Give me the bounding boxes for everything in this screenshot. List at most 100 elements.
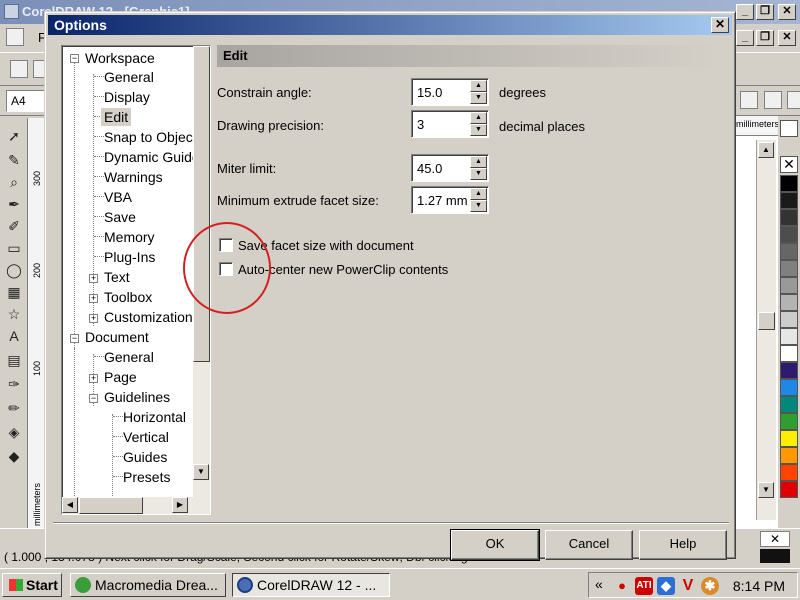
tree-item-general[interactable]: General (104, 68, 154, 86)
page-layout-icon[interactable] (787, 91, 800, 109)
extrude-facet-value[interactable]: 1.27 mm (417, 193, 469, 208)
scroll-up-icon[interactable]: ▲ (758, 142, 774, 158)
tree-scroll-right-icon[interactable]: ▶ (172, 497, 188, 513)
help-button[interactable]: Help (639, 530, 727, 560)
tree-scroll-left-icon[interactable]: ◀ (62, 497, 78, 513)
constrain-angle-spinner[interactable]: 15.0 ▲ ▼ (411, 78, 489, 106)
restore-icon[interactable]: ❐ (756, 4, 774, 20)
dialog-close-icon[interactable]: ✕ (711, 17, 729, 33)
interactive-blend-tool-icon[interactable]: ▤ (4, 350, 24, 370)
swatch-red[interactable] (780, 481, 798, 498)
tree-item-edit[interactable]: Edit (101, 108, 132, 126)
outline-tool-icon[interactable]: ✏ (4, 398, 24, 418)
swatch-20-black[interactable] (780, 311, 798, 328)
tree-item-plug-ins[interactable]: Plug-Ins (104, 248, 155, 266)
zoom-tool-icon[interactable]: ⌕ (4, 172, 24, 192)
tree-item-save[interactable]: Save (104, 208, 136, 226)
tree-item-text[interactable]: Text (104, 268, 130, 286)
swatch-black[interactable] (780, 175, 798, 192)
tray-expand-icon[interactable]: « (595, 576, 603, 592)
start-button[interactable]: Start (2, 573, 62, 597)
pick-tool-icon[interactable]: ➚ (4, 126, 24, 146)
tree-item-toolbox[interactable]: Toolbox (104, 288, 152, 306)
swatch-navy[interactable] (780, 362, 798, 379)
doc-minimize-icon[interactable]: _ (736, 30, 754, 46)
tree-horizontal-scrollbar[interactable]: ◀ ▶ (62, 497, 210, 514)
ellipse-tool-icon[interactable]: ◯ (4, 260, 24, 280)
graph-paper-tool-icon[interactable]: ▦ (4, 282, 24, 302)
close-icon[interactable]: ✕ (778, 4, 796, 20)
spin-up-icon[interactable]: ▲ (470, 80, 487, 92)
tree-item-workspace[interactable]: Workspace (85, 49, 155, 67)
tree-item-vba[interactable]: VBA (104, 188, 132, 206)
portrait-icon[interactable] (764, 91, 782, 109)
scroll-down-icon[interactable]: ▼ (758, 482, 774, 498)
swatch-40-black[interactable] (780, 277, 798, 294)
no-color-swatch[interactable]: ✕ (780, 156, 798, 173)
ok-button[interactable]: OK (450, 529, 540, 561)
swatch-white[interactable] (780, 345, 798, 362)
drawing-precision-spinner[interactable]: 3 ▲ ▼ (411, 110, 489, 138)
swatch-60-black[interactable] (780, 243, 798, 260)
task-button-dreamweaver[interactable]: Macromedia Drea... (70, 573, 226, 597)
new-document-icon[interactable] (10, 60, 28, 78)
rectangle-tool-icon[interactable]: ▭ (4, 238, 24, 258)
tree-item-document-general[interactable]: General (104, 348, 154, 366)
tree-item-presets[interactable]: Presets (123, 468, 170, 486)
swatch-yellow[interactable] (780, 430, 798, 447)
miter-limit-value[interactable]: 45.0 (417, 161, 469, 176)
swatch-green[interactable] (780, 413, 798, 430)
fill-tool-icon[interactable]: ◈ (4, 422, 24, 442)
palette-pick-icon[interactable] (780, 120, 798, 137)
spin-down-icon[interactable]: ▼ (470, 200, 487, 212)
drawing-precision-value[interactable]: 3 (417, 117, 469, 132)
tree-item-memory[interactable]: Memory (104, 228, 155, 246)
tree-collapse-icon[interactable]: − (70, 54, 79, 63)
tree-item-vertical[interactable]: Vertical (123, 428, 169, 446)
landscape-icon[interactable] (740, 91, 758, 109)
basic-shapes-tool-icon[interactable]: ☆ (4, 304, 24, 324)
doc-restore-icon[interactable]: ❐ (756, 30, 774, 46)
task-button-coreldraw[interactable]: CorelDRAW 12 - ... (232, 573, 390, 597)
tree-expand-icon[interactable]: + (89, 274, 98, 283)
tree-item-document[interactable]: Document (85, 328, 149, 346)
swatch-orange[interactable] (780, 447, 798, 464)
tree-collapse-icon[interactable]: − (89, 394, 98, 403)
tree-item-guidelines[interactable]: Guidelines (104, 388, 170, 406)
tree-expand-icon[interactable]: + (89, 314, 98, 323)
interactive-fill-tool-icon[interactable]: ◆ (4, 446, 24, 466)
traffic-light-icon[interactable]: ● (613, 577, 631, 595)
canvas-vertical-scrollbar[interactable]: ▲ ▼ (756, 140, 776, 520)
shape-tool-icon[interactable]: ✎ (4, 150, 24, 170)
antivirus-v-icon[interactable]: V (679, 577, 697, 595)
spin-down-icon[interactable]: ▼ (470, 92, 487, 104)
tree-item-snap-to-objects[interactable]: Snap to Objects (104, 128, 204, 146)
tree-item-horizontal[interactable]: Horizontal (123, 408, 186, 426)
constrain-angle-value[interactable]: 15.0 (417, 85, 469, 100)
eyedropper-tool-icon[interactable]: ✑ (4, 374, 24, 394)
tree-expand-icon[interactable]: + (89, 294, 98, 303)
tree-hscroll-thumb[interactable] (79, 497, 143, 514)
tree-scroll-thumb[interactable] (193, 46, 210, 362)
shield-icon[interactable]: ◆ (657, 577, 675, 595)
ati-icon[interactable]: ATI (635, 577, 653, 595)
spin-down-icon[interactable]: ▼ (470, 124, 487, 136)
extrude-facet-spinner[interactable]: 1.27 mm ▲ ▼ (411, 186, 489, 214)
swatch-red-orange[interactable] (780, 464, 798, 481)
tree-item-customization[interactable]: Customization (104, 308, 193, 326)
miter-limit-spinner[interactable]: 45.0 ▲ ▼ (411, 154, 489, 182)
tree-collapse-icon[interactable]: − (70, 334, 79, 343)
swatch-10-black[interactable] (780, 328, 798, 345)
spin-down-icon[interactable]: ▼ (470, 168, 487, 180)
tree-scroll-down-icon[interactable]: ▼ (193, 464, 209, 480)
cancel-button[interactable]: Cancel (545, 530, 633, 560)
swatch-80-black[interactable] (780, 209, 798, 226)
swatch-teal[interactable] (780, 396, 798, 413)
update-icon[interactable]: ✱ (701, 577, 719, 595)
doc-close-icon[interactable]: ✕ (778, 30, 796, 46)
swatch-90-black[interactable] (780, 192, 798, 209)
tree-item-dynamic-guides[interactable]: Dynamic Guides (104, 148, 207, 166)
smart-fill-tool-icon[interactable]: ✐ (4, 216, 24, 236)
swatch-50-black[interactable] (780, 260, 798, 277)
swatch-blue[interactable] (780, 379, 798, 396)
